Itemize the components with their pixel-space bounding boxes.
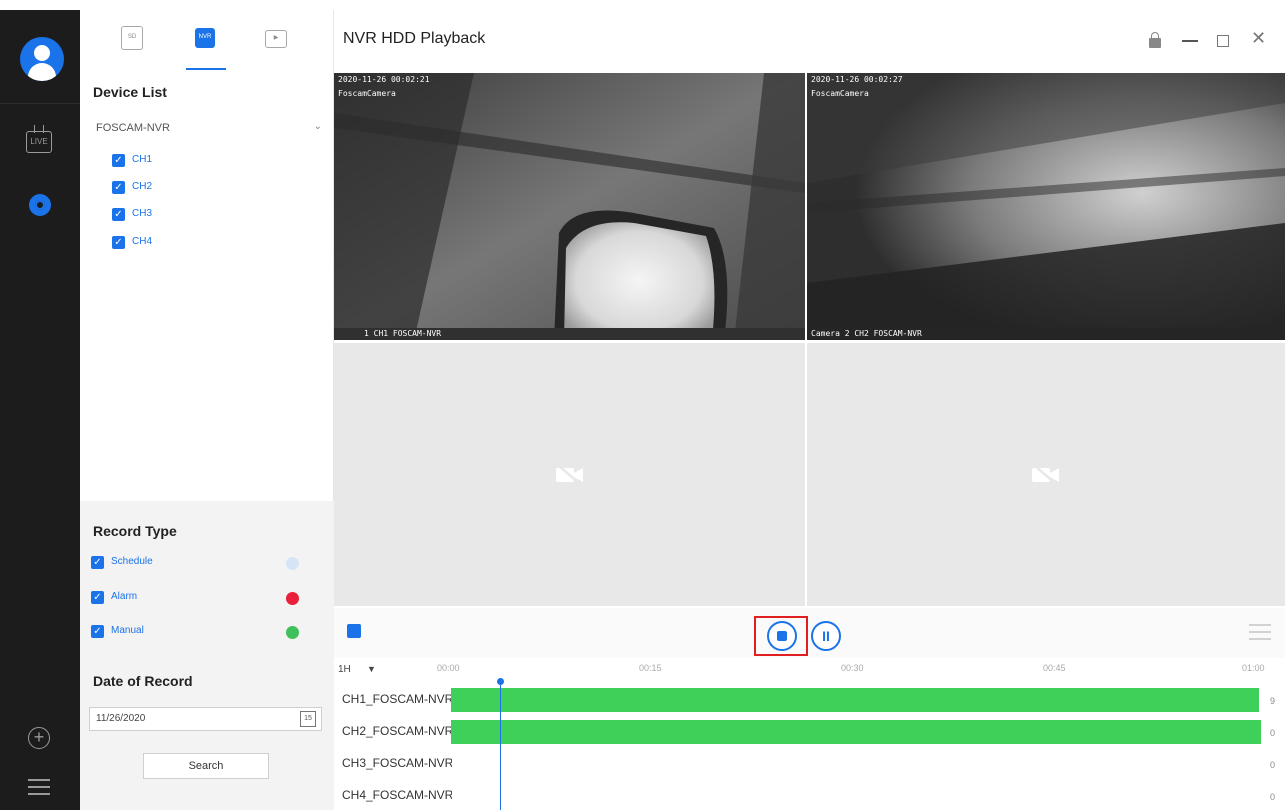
device-list-title: Device List [93, 84, 167, 100]
video-2-camera-name: FoscamCamera [811, 89, 869, 98]
alarm-color-dot [286, 592, 299, 605]
track-label-ch1: CH1_FOSCAM-NVR [342, 692, 452, 706]
video-pane-2[interactable]: 2020-11-26 00:02:27 FoscamCamera Camera … [807, 73, 1285, 340]
tick-label: 00:45 [1043, 663, 1066, 673]
playback-reel-icon[interactable] [29, 194, 51, 216]
checkbox-icon[interactable]: ✓ [91, 625, 104, 638]
date-of-record-title: Date of Record [93, 673, 193, 689]
live-view-icon[interactable]: LIVE [26, 131, 52, 153]
track-label-ch4: CH4_FOSCAM-NVR [342, 788, 452, 802]
date-field[interactable]: 11/26/2020 15 [89, 707, 322, 731]
close-button[interactable]: ✕ [1251, 28, 1266, 49]
live-label: LIVE [30, 137, 48, 146]
user-avatar-icon[interactable] [20, 37, 64, 81]
video-1-camera-name: FoscamCamera [338, 89, 396, 98]
chevron-down-icon[interactable]: ⌄ [314, 121, 322, 132]
checkbox-icon[interactable]: ✓ [112, 181, 125, 194]
lock-icon[interactable] [1149, 32, 1161, 48]
menu-icon[interactable] [28, 779, 50, 795]
record-filter-area: Record Type ✓ Schedule ✓ Alarm ✓ Manual … [80, 501, 334, 810]
active-tab-indicator [186, 68, 226, 70]
record-type-schedule[interactable]: ✓ Schedule [91, 554, 311, 572]
stop-button[interactable] [767, 621, 797, 651]
video-2-footer: Camera 2 CH2 FOSCAM-NVR [811, 329, 922, 338]
maximize-button[interactable] [1217, 35, 1229, 47]
video-1-footer: 1 CH1 FOSCAM-NVR [364, 329, 442, 338]
nvr-playback-app: LIVE + SD NVR ▶ Device List FOSCAM-NVR ⌄… [0, 0, 1285, 810]
sd-card-tab-icon[interactable]: SD [121, 26, 143, 50]
zoom-select[interactable]: 1H [338, 664, 351, 675]
video-pane-3[interactable] [334, 343, 805, 606]
record-type-label: Schedule [111, 556, 153, 567]
channel-row-ch2[interactable]: ✓ CH2 [112, 179, 272, 197]
record-type-title: Record Type [93, 523, 177, 539]
record-type-manual[interactable]: ✓ Manual [91, 623, 311, 641]
video-1-timestamp: 2020-11-26 00:02:21 [338, 75, 430, 84]
source-tabs: SD NVR ▶ [80, 10, 334, 72]
channel-label: CH3 [132, 208, 153, 219]
record-type-alarm[interactable]: ✓ Alarm [91, 589, 311, 607]
tick-label: 00:30 [841, 663, 864, 673]
record-track-ch2[interactable] [451, 720, 1261, 744]
checkbox-icon[interactable]: ✓ [112, 208, 125, 221]
nvr-tab-label: NVR [198, 34, 212, 40]
video-2-timestamp: 2020-11-26 00:02:27 [811, 75, 903, 84]
tick-label: 00:00 [437, 663, 460, 673]
minimize-button[interactable] [1182, 40, 1198, 42]
channel-row-ch3[interactable]: ✓ CH3 [112, 206, 272, 224]
track-end-label: 0 [1269, 792, 1275, 802]
checkbox-icon[interactable]: ✓ [112, 236, 125, 249]
track-label-ch3: CH3_FOSCAM-NVR [342, 756, 452, 770]
track-end-label: 0 [1269, 728, 1275, 738]
checkbox-icon[interactable]: ✓ [91, 556, 104, 569]
device-panel: SD NVR ▶ Device List FOSCAM-NVR ⌄ ✓ CH1 … [80, 10, 334, 810]
channel-label: CH4 [132, 236, 153, 247]
channel-label: CH2 [132, 181, 153, 192]
left-rail: LIVE + [0, 10, 80, 810]
track-end-label: 9 [1269, 696, 1275, 706]
record-track-ch1[interactable] [451, 688, 1259, 712]
track-label-ch2: CH2_FOSCAM-NVR [342, 724, 452, 738]
pc-playback-tab-icon[interactable]: ▶ [265, 30, 287, 48]
device-header[interactable]: FOSCAM-NVR ⌄ [80, 118, 334, 142]
video-pane-4[interactable] [807, 343, 1285, 606]
main-area: NVR HDD Playback ✕ 2020-11-26 00:02:21 F… [334, 10, 1285, 810]
device-name: FOSCAM-NVR [96, 122, 170, 134]
add-icon[interactable]: + [28, 727, 50, 749]
no-camera-icon [555, 463, 583, 486]
date-value: 11/26/2020 [96, 713, 146, 724]
playback-controls: II [334, 608, 1285, 658]
title-bar: NVR HDD Playback ✕ [334, 10, 1285, 73]
sd-tab-label: SD [127, 34, 137, 40]
channel-row-ch4[interactable]: ✓ CH4 [112, 234, 272, 252]
calendar-icon[interactable] [347, 624, 361, 638]
channel-row-ch1[interactable]: ✓ CH1 [112, 152, 272, 170]
calendar-icon[interactable]: 15 [300, 711, 316, 727]
tick-label: 01:00 [1242, 663, 1265, 673]
manual-color-dot [286, 626, 299, 639]
checkbox-icon[interactable]: ✓ [91, 591, 104, 604]
video-pane-1[interactable]: 2020-11-26 00:02:21 FoscamCamera 1 CH1 F… [334, 73, 805, 340]
caret-down-icon[interactable]: ▼ [367, 664, 376, 674]
timeline[interactable]: 1H ▼ 00:00 00:15 00:30 00:45 01:00 CH1_F… [334, 658, 1285, 810]
camera-1-frame [334, 73, 805, 340]
checkbox-icon[interactable]: ✓ [112, 154, 125, 167]
no-camera-icon [1032, 463, 1059, 486]
track-end-label: 0 [1269, 760, 1275, 770]
schedule-color-dot [286, 557, 299, 570]
tick-label: 00:15 [639, 663, 662, 673]
window-title: NVR HDD Playback [343, 30, 486, 47]
list-menu-icon[interactable] [1249, 624, 1271, 645]
record-type-label: Alarm [111, 591, 138, 602]
camera-2-frame [807, 73, 1285, 340]
playhead-line[interactable] [500, 682, 501, 810]
search-button[interactable]: Search [143, 753, 269, 779]
nvr-tab-icon[interactable]: NVR [195, 28, 215, 48]
record-type-label: Manual [111, 625, 144, 636]
channel-label: CH1 [132, 154, 153, 165]
rail-divider [0, 103, 80, 104]
pause-button[interactable]: II [811, 621, 841, 651]
